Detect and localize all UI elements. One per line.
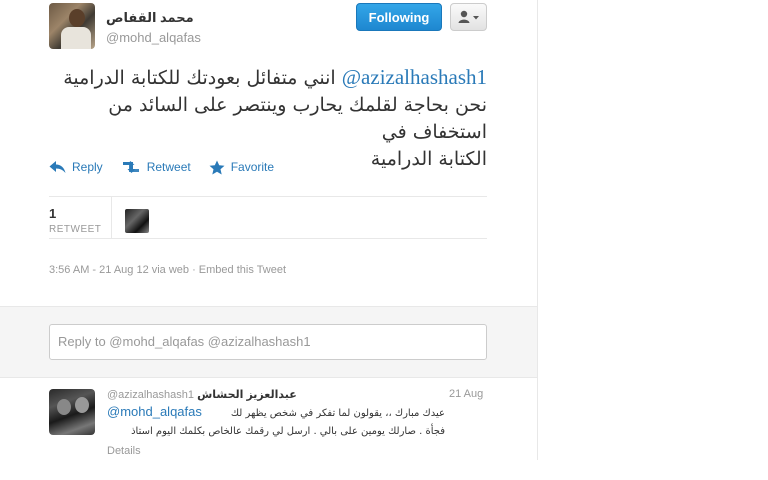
retweet-icon <box>122 161 139 173</box>
reply-line-2: فجأة . صارلك يومين على بالي . ارسل لي رق… <box>131 426 445 437</box>
tweet-line-2: نحن بحاجة لقلمك يحارب وينتصر على السائد … <box>108 94 487 143</box>
retweet-count-label: RETWEET <box>49 224 102 235</box>
user-actions-button[interactable] <box>450 3 487 31</box>
tweet-mention[interactable]: @azizalhashash1 <box>342 65 487 89</box>
tweet-panel: محمد القفاص @mohd_alqafas Following @azi… <box>0 0 538 460</box>
retweeter-avatar[interactable] <box>125 209 149 233</box>
favorite-icon <box>209 160 225 174</box>
stats-divider-top <box>49 196 487 197</box>
reply-author-handle: @azizalhashash1 <box>107 389 194 401</box>
reply-input[interactable]: Reply to @mohd_alqafas @azizalhashash1 <box>49 324 487 360</box>
tweet-line-1: @azizalhashash1 انني متفائل بعودتك للكتا… <box>49 64 487 92</box>
avatar-figure <box>57 399 71 415</box>
reply-mention[interactable]: @mohd_alqafas <box>107 404 202 419</box>
stats-separator <box>111 196 112 238</box>
retweet-label: Retweet <box>146 160 191 174</box>
favorite-label: Favorite <box>230 160 275 174</box>
tweet-actions: Reply Retweet Favorite <box>49 157 274 177</box>
tweet-line-1-text: انني متفائل بعودتك للكتابة الدرامية <box>63 67 336 89</box>
avatar-head <box>69 9 85 27</box>
tweet-meta[interactable]: 3:56 AM - 21 Aug 12 via web · Embed this… <box>49 264 286 276</box>
avatar-body <box>61 27 91 49</box>
user-icon <box>458 10 479 23</box>
reply-icon <box>49 161 66 173</box>
reply-author[interactable]: @azizalhashash1 عبدالعزيز الحشاش <box>107 388 297 401</box>
author-name[interactable]: محمد القفاص <box>106 10 194 26</box>
reply-label: Reply <box>72 160 103 174</box>
avatar-figure <box>75 397 89 413</box>
author-handle[interactable]: @mohd_alqafas <box>106 30 201 45</box>
reply-action[interactable]: Reply <box>49 157 103 177</box>
favorite-action[interactable]: Favorite <box>209 157 274 177</box>
reply-area: Reply to @mohd_alqafas @azizalhashash1 <box>0 306 537 378</box>
reply-timestamp[interactable]: 21 Aug <box>449 388 483 400</box>
author-avatar[interactable] <box>49 3 95 49</box>
reply-author-avatar[interactable] <box>49 389 95 435</box>
reply-line-1-text: عيدك مبارك ،، يقولون لما تفكر في شخص يظه… <box>230 408 445 419</box>
reply-author-name: عبدالعزيز الحشاش <box>197 389 297 401</box>
retweet-count: 1 <box>49 206 57 221</box>
stats-divider-bottom <box>49 238 487 239</box>
following-button[interactable]: Following <box>356 3 442 31</box>
retweet-stats[interactable]: 1 RETWEET <box>49 206 101 235</box>
retweet-action[interactable]: Retweet <box>121 157 191 177</box>
reply-details-link[interactable]: Details <box>107 445 141 457</box>
